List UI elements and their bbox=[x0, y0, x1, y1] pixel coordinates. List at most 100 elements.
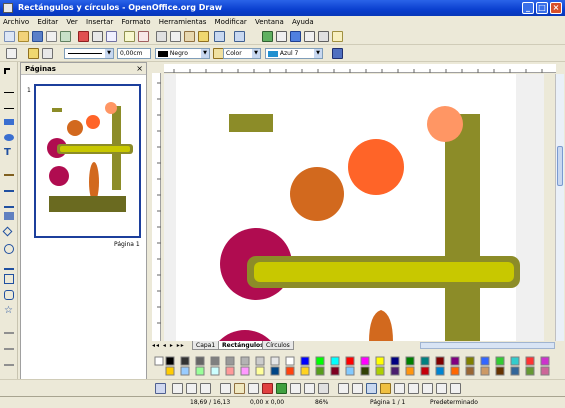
color-swatch[interactable] bbox=[270, 366, 280, 376]
color-swatch[interactable] bbox=[360, 366, 370, 376]
snap-frame-icon[interactable] bbox=[262, 383, 273, 394]
copy-icon[interactable] bbox=[170, 31, 181, 42]
color-swatch[interactable] bbox=[465, 366, 475, 376]
color-swatch[interactable] bbox=[465, 356, 475, 366]
minimize-button[interactable]: _ bbox=[522, 2, 534, 14]
color-swatch[interactable] bbox=[210, 366, 220, 376]
exit-group-icon[interactable] bbox=[394, 383, 405, 394]
color-swatch[interactable] bbox=[180, 366, 190, 376]
paste-icon[interactable] bbox=[184, 31, 195, 42]
callouts-icon[interactable] bbox=[4, 290, 14, 300]
color-swatch[interactable] bbox=[345, 366, 355, 376]
color-swatch[interactable] bbox=[420, 356, 430, 366]
color-swatch[interactable] bbox=[405, 356, 415, 366]
shadow-icon[interactable] bbox=[332, 48, 343, 59]
basic-shapes-icon[interactable] bbox=[2, 226, 13, 237]
color-swatch[interactable] bbox=[300, 356, 310, 366]
new-document-icon[interactable] bbox=[4, 31, 15, 42]
redo-icon[interactable] bbox=[234, 31, 245, 42]
table-icon[interactable] bbox=[276, 31, 287, 42]
text-tool-icon[interactable]: T bbox=[4, 148, 14, 158]
snap-object-points-icon[interactable] bbox=[276, 383, 287, 394]
help-icon[interactable] bbox=[332, 31, 343, 42]
ortho-icon[interactable] bbox=[290, 383, 301, 394]
color-swatch[interactable] bbox=[240, 366, 250, 376]
snap-points-icon[interactable] bbox=[234, 383, 245, 394]
gallery-icon[interactable] bbox=[304, 31, 315, 42]
color-swatch[interactable] bbox=[525, 356, 535, 366]
color-swatch[interactable] bbox=[225, 366, 235, 376]
color-swatch[interactable] bbox=[315, 356, 325, 366]
block-arrows-icon[interactable] bbox=[4, 260, 14, 270]
flowchart-icon[interactable] bbox=[4, 274, 14, 284]
select-group-icon[interactable] bbox=[338, 383, 349, 394]
lines-arrows-icon[interactable] bbox=[4, 198, 14, 208]
close-icon[interactable]: × bbox=[136, 64, 143, 73]
vertical-scrollbar[interactable] bbox=[555, 74, 564, 344]
color-swatch[interactable] bbox=[405, 366, 415, 376]
color-swatch[interactable] bbox=[270, 356, 280, 366]
menu-formato[interactable]: Formato bbox=[119, 16, 154, 28]
send-back-icon[interactable] bbox=[436, 383, 447, 394]
color-swatch[interactable] bbox=[390, 366, 400, 376]
fontwork-icon[interactable] bbox=[4, 356, 14, 366]
color-swatch[interactable] bbox=[510, 366, 520, 376]
zoom-level[interactable]: 86% bbox=[315, 397, 328, 408]
color-swatch[interactable] bbox=[450, 356, 460, 366]
snap-grid-icon[interactable] bbox=[200, 383, 211, 394]
navigator-icon[interactable] bbox=[290, 31, 301, 42]
color-swatch[interactable] bbox=[165, 356, 175, 366]
drawing-page[interactable] bbox=[164, 74, 544, 342]
fill-type-select[interactable]: Color ▼ bbox=[223, 48, 261, 59]
color-swatch[interactable] bbox=[375, 356, 385, 366]
3d-objects-icon[interactable] bbox=[4, 212, 14, 220]
zoom-icon[interactable] bbox=[318, 31, 329, 42]
arrange-icon[interactable] bbox=[408, 383, 419, 394]
color-swatch[interactable] bbox=[495, 366, 505, 376]
color-swatch[interactable] bbox=[375, 366, 385, 376]
rotate-icon[interactable] bbox=[155, 383, 166, 394]
color-swatch[interactable] bbox=[195, 356, 205, 366]
undo-icon[interactable] bbox=[214, 31, 225, 42]
chart-icon[interactable] bbox=[262, 31, 273, 42]
color-swatch[interactable] bbox=[255, 356, 265, 366]
line-icon[interactable] bbox=[28, 48, 39, 59]
tab-navigation-icon[interactable]: ◂◂ ◂ ▸ ▸▸ bbox=[152, 342, 185, 349]
close-button[interactable]: × bbox=[550, 2, 562, 14]
color-swatch[interactable] bbox=[240, 356, 250, 366]
color-swatch[interactable] bbox=[360, 356, 370, 366]
color-swatch[interactable] bbox=[495, 356, 505, 366]
color-swatch[interactable] bbox=[390, 356, 400, 366]
color-swatch[interactable] bbox=[540, 356, 550, 366]
color-swatch[interactable] bbox=[435, 356, 445, 366]
menu-herramientas[interactable]: Herramientas bbox=[156, 16, 210, 28]
object-size-icon[interactable] bbox=[304, 383, 315, 394]
autospell-icon[interactable] bbox=[138, 31, 149, 42]
transformation-icon[interactable] bbox=[366, 383, 377, 394]
arrow-style-icon[interactable] bbox=[42, 48, 53, 59]
helplines-icon[interactable] bbox=[220, 383, 231, 394]
menu-insertar[interactable]: Insertar bbox=[83, 16, 116, 28]
line-tool-icon[interactable] bbox=[4, 92, 14, 93]
menu-ventana[interactable]: Ventana bbox=[252, 16, 287, 28]
color-swatch[interactable] bbox=[450, 366, 460, 376]
color-swatch[interactable] bbox=[480, 366, 490, 376]
color-swatch[interactable] bbox=[225, 356, 235, 366]
color-swatch[interactable] bbox=[345, 356, 355, 366]
export-pdf-icon[interactable] bbox=[78, 31, 89, 42]
curve-tool-icon[interactable] bbox=[4, 166, 14, 176]
tab-rectangulos[interactable]: Rectángulos bbox=[218, 341, 268, 350]
line-style-select[interactable]: ▼ bbox=[64, 48, 114, 59]
maximize-button[interactable]: □ bbox=[536, 2, 548, 14]
color-swatch[interactable] bbox=[510, 356, 520, 366]
tab-circulos[interactable]: Círculos bbox=[262, 341, 294, 350]
scrollbar-thumb[interactable] bbox=[557, 146, 563, 186]
align-icon[interactable] bbox=[172, 383, 183, 394]
open-folder-icon[interactable] bbox=[18, 31, 29, 42]
menu-ayuda[interactable]: Ayuda bbox=[289, 16, 317, 28]
color-swatch[interactable] bbox=[195, 366, 205, 376]
line-width-input[interactable]: 0,00cm bbox=[117, 48, 151, 59]
print-preview-icon[interactable] bbox=[106, 31, 117, 42]
print-icon[interactable] bbox=[92, 31, 103, 42]
stars-icon[interactable]: ☆ bbox=[4, 306, 14, 316]
